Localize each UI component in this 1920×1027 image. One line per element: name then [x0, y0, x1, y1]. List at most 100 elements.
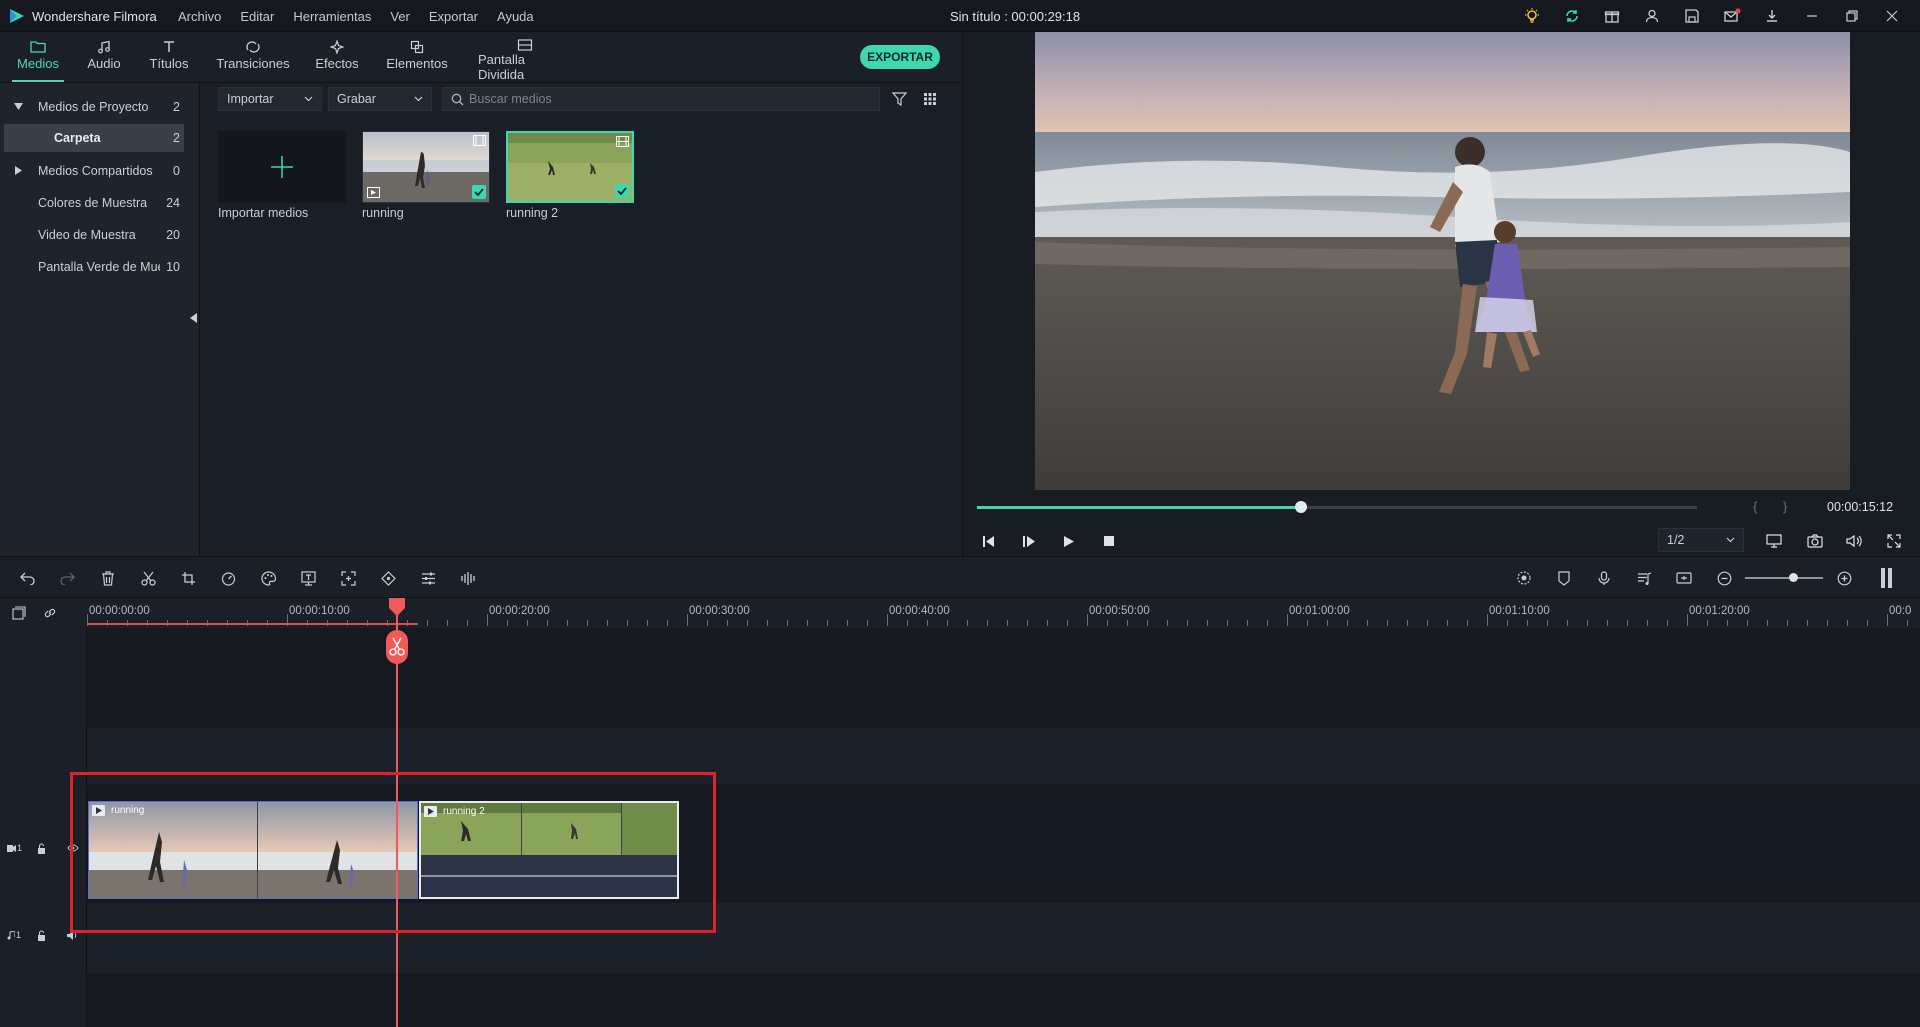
scissors-icon[interactable]	[137, 567, 159, 589]
timeline-ruler[interactable]: 00:00:00:00 00:00:10:00 00:00:20:00 00:00:3…	[87, 598, 1920, 628]
delete-icon[interactable]	[97, 567, 119, 589]
sidebar-item-carpeta[interactable]: Carpeta 2	[4, 124, 184, 152]
caret-right-icon[interactable]	[15, 166, 22, 175]
fit-frame-icon[interactable]	[337, 567, 359, 589]
menu-editar[interactable]: Editar	[240, 9, 274, 24]
sidebar-item-count: 2	[173, 131, 180, 145]
stop-icon[interactable]	[1098, 530, 1120, 552]
add-to-timeline-icon[interactable]	[367, 187, 380, 198]
color-palette-icon[interactable]	[257, 567, 279, 589]
media-thumb[interactable]	[506, 131, 634, 203]
lightbulb-icon[interactable]	[1512, 6, 1552, 26]
gift-icon[interactable]	[1592, 6, 1632, 26]
media-thumb[interactable]	[362, 131, 490, 203]
media-item-running[interactable]: running	[362, 131, 490, 220]
scrubber-handle[interactable]	[1295, 501, 1307, 513]
media-item-running-2[interactable]: running 2	[506, 131, 634, 220]
menu-ver[interactable]: Ver	[390, 9, 410, 24]
timeline-zoom-slider[interactable]	[1745, 573, 1823, 582]
snap-icon[interactable]	[1673, 567, 1695, 589]
import-dropdown[interactable]: Importar	[218, 87, 322, 111]
tab-efectos[interactable]: Efectos	[314, 32, 360, 82]
export-button[interactable]: EXPORTAR	[860, 45, 940, 69]
import-media-tile[interactable]: Importar medios	[218, 131, 346, 220]
undo-icon[interactable]	[17, 567, 39, 589]
lock-icon[interactable]	[37, 930, 46, 941]
close-icon[interactable]	[1872, 6, 1912, 26]
tab-audio[interactable]: Audio	[84, 32, 124, 82]
keyframe-icon[interactable]	[377, 567, 399, 589]
grid-view-icon[interactable]	[923, 92, 937, 106]
tab-titulos[interactable]: Títulos	[146, 32, 192, 82]
import-thumb[interactable]	[218, 131, 346, 203]
zoom-in-icon[interactable]	[1833, 567, 1855, 589]
media-toolbar: Importar Grabar Buscar medios	[202, 83, 960, 115]
elements-icon	[410, 38, 424, 56]
add-track-icon[interactable]	[12, 606, 26, 620]
microphone-icon[interactable]	[1593, 567, 1615, 589]
audio-split-icon[interactable]	[457, 567, 479, 589]
media-item-label: running	[362, 206, 404, 220]
voiceover-list-icon[interactable]	[1633, 567, 1655, 589]
panel-toggle-icon[interactable]	[1876, 567, 1898, 589]
link-icon[interactable]	[43, 606, 57, 620]
menu-exportar[interactable]: Exportar	[429, 9, 478, 24]
mark-out-button[interactable]: }	[1783, 499, 1787, 514]
prev-frame-icon[interactable]	[978, 530, 1000, 552]
video-type-icon	[473, 135, 486, 146]
sidebar-item-video-muestra[interactable]: Video de Muestra 20	[0, 221, 184, 249]
crop-icon[interactable]	[177, 567, 199, 589]
account-icon[interactable]	[1632, 6, 1672, 26]
record-dropdown[interactable]: Grabar	[328, 87, 432, 111]
adjust-icon[interactable]	[417, 567, 439, 589]
tab-label: Medios	[17, 56, 59, 71]
caret-down-icon[interactable]	[14, 103, 23, 110]
sparkle-icon	[330, 38, 344, 56]
menu-herramientas[interactable]: Herramientas	[293, 9, 371, 24]
tab-transiciones[interactable]: Transiciones	[216, 32, 290, 82]
menu-ayuda[interactable]: Ayuda	[497, 9, 534, 24]
tab-medios[interactable]: Medios	[12, 32, 64, 82]
menu-archivo[interactable]: Archivo	[178, 9, 221, 24]
lock-icon[interactable]	[37, 843, 46, 854]
display-settings-icon[interactable]	[1763, 530, 1785, 552]
sidebar-item-medios-proyecto[interactable]: Medios de Proyecto 2	[0, 93, 184, 121]
ruler-label: 00:00:20:00	[489, 605, 550, 617]
zoom-slider-handle[interactable]	[1789, 573, 1798, 582]
green-screen-icon[interactable]	[297, 567, 319, 589]
minimize-icon[interactable]	[1792, 6, 1832, 26]
play-icon[interactable]	[1058, 530, 1080, 552]
save-icon[interactable]	[1672, 6, 1712, 26]
restore-icon[interactable]	[1832, 6, 1872, 26]
split-screen-icon	[517, 38, 533, 52]
volume-icon[interactable]	[1843, 530, 1865, 552]
mail-icon[interactable]	[1712, 6, 1752, 26]
sidebar-item-pantalla-verde[interactable]: Pantalla Verde de Mue 10	[0, 253, 184, 281]
download-icon[interactable]	[1752, 6, 1792, 26]
tab-elementos[interactable]: Elementos	[386, 32, 448, 82]
sidebar-item-medios-compartidos[interactable]: Medios Compartidos 0	[0, 157, 184, 185]
sync-icon[interactable]	[1552, 6, 1592, 26]
marker-icon[interactable]	[1553, 567, 1575, 589]
zoom-out-icon[interactable]	[1713, 567, 1735, 589]
sidebar-item-label: Carpeta	[54, 131, 101, 145]
search-input[interactable]: Buscar medios	[442, 87, 880, 111]
split-scissors-icon[interactable]	[386, 630, 408, 664]
snapshot-icon[interactable]	[1804, 530, 1826, 552]
sidebar-item-colores-muestra[interactable]: Colores de Muestra 24	[0, 189, 184, 217]
playback-quality-dropdown[interactable]: 1/2	[1658, 528, 1744, 552]
play-frame-icon[interactable]	[1018, 530, 1040, 552]
fullscreen-icon[interactable]	[1883, 530, 1905, 552]
redo-icon[interactable]	[56, 567, 78, 589]
tab-label: Efectos	[315, 56, 359, 71]
tab-pantalla-dividida[interactable]: Pantalla Dividida	[478, 32, 572, 82]
work-area-bar[interactable]	[87, 623, 418, 625]
mark-in-button[interactable]: {	[1753, 499, 1757, 514]
speed-icon[interactable]	[217, 567, 239, 589]
collapse-sidebar-icon[interactable]	[190, 313, 197, 323]
titlebar-actions	[1512, 6, 1912, 26]
preview-scrubber[interactable]	[977, 501, 1697, 513]
render-icon[interactable]	[1513, 567, 1535, 589]
filter-icon[interactable]	[892, 92, 907, 106]
playhead-handle[interactable]	[389, 598, 405, 616]
